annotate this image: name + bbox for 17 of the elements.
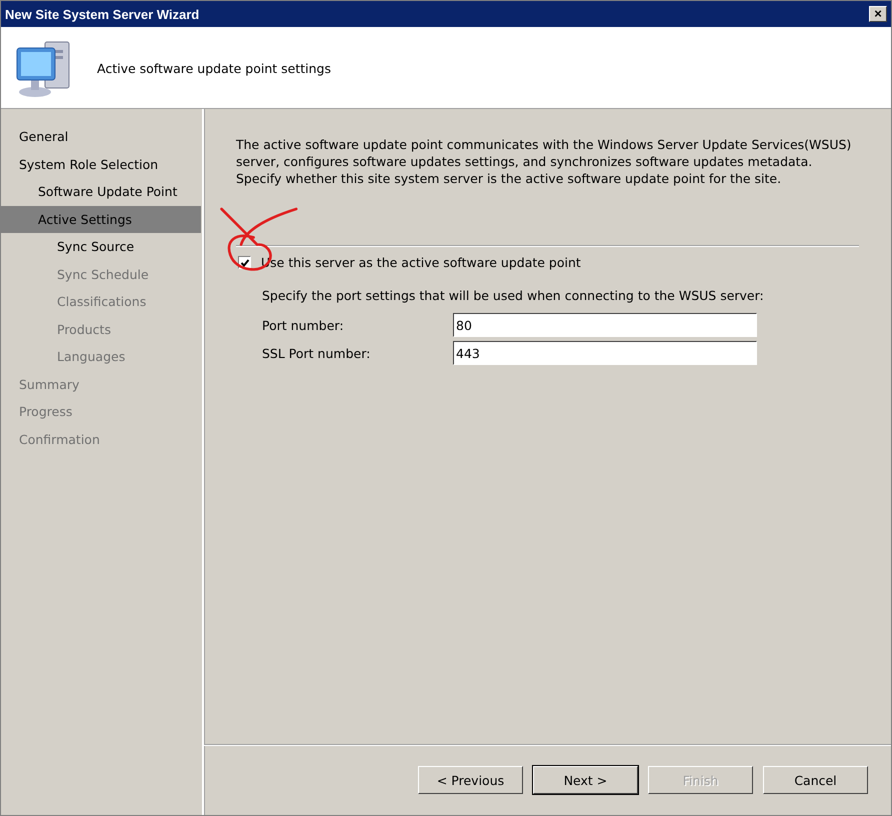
wizard-button[interactable]: Next >: [533, 766, 638, 794]
step-item[interactable]: System Role Selection: [1, 150, 201, 178]
step-item[interactable]: Software Update Point: [1, 178, 201, 206]
input-field[interactable]: 80: [453, 313, 757, 337]
wizard-button[interactable]: Cancel: [763, 766, 868, 794]
page-heading: Active software update point settings: [97, 60, 332, 76]
input-field[interactable]: 443: [453, 341, 757, 365]
field-label: SSL Port number:: [262, 346, 372, 360]
step-item[interactable]: General: [1, 123, 201, 150]
port-hint-text: Specify the port settings that will be used when connecting to the WSUS server:: [262, 288, 765, 303]
field-label: Port number:: [262, 318, 345, 332]
wizard-button[interactable]: < Previous: [418, 766, 523, 794]
close-button[interactable]: ×: [869, 6, 887, 22]
step-item[interactable]: Active Settings: [1, 206, 201, 233]
description-text: The active software update point communicates with the Windows Server Update Services(WSUS) server, configures software updates settings, and synchronizes software updates metadata. Specify whether this site system server is the active software update point for the site.: [236, 136, 852, 187]
step-item[interactable]: Sync Source: [1, 233, 201, 260]
window-title: New Site System Server Wizard: [5, 6, 200, 22]
